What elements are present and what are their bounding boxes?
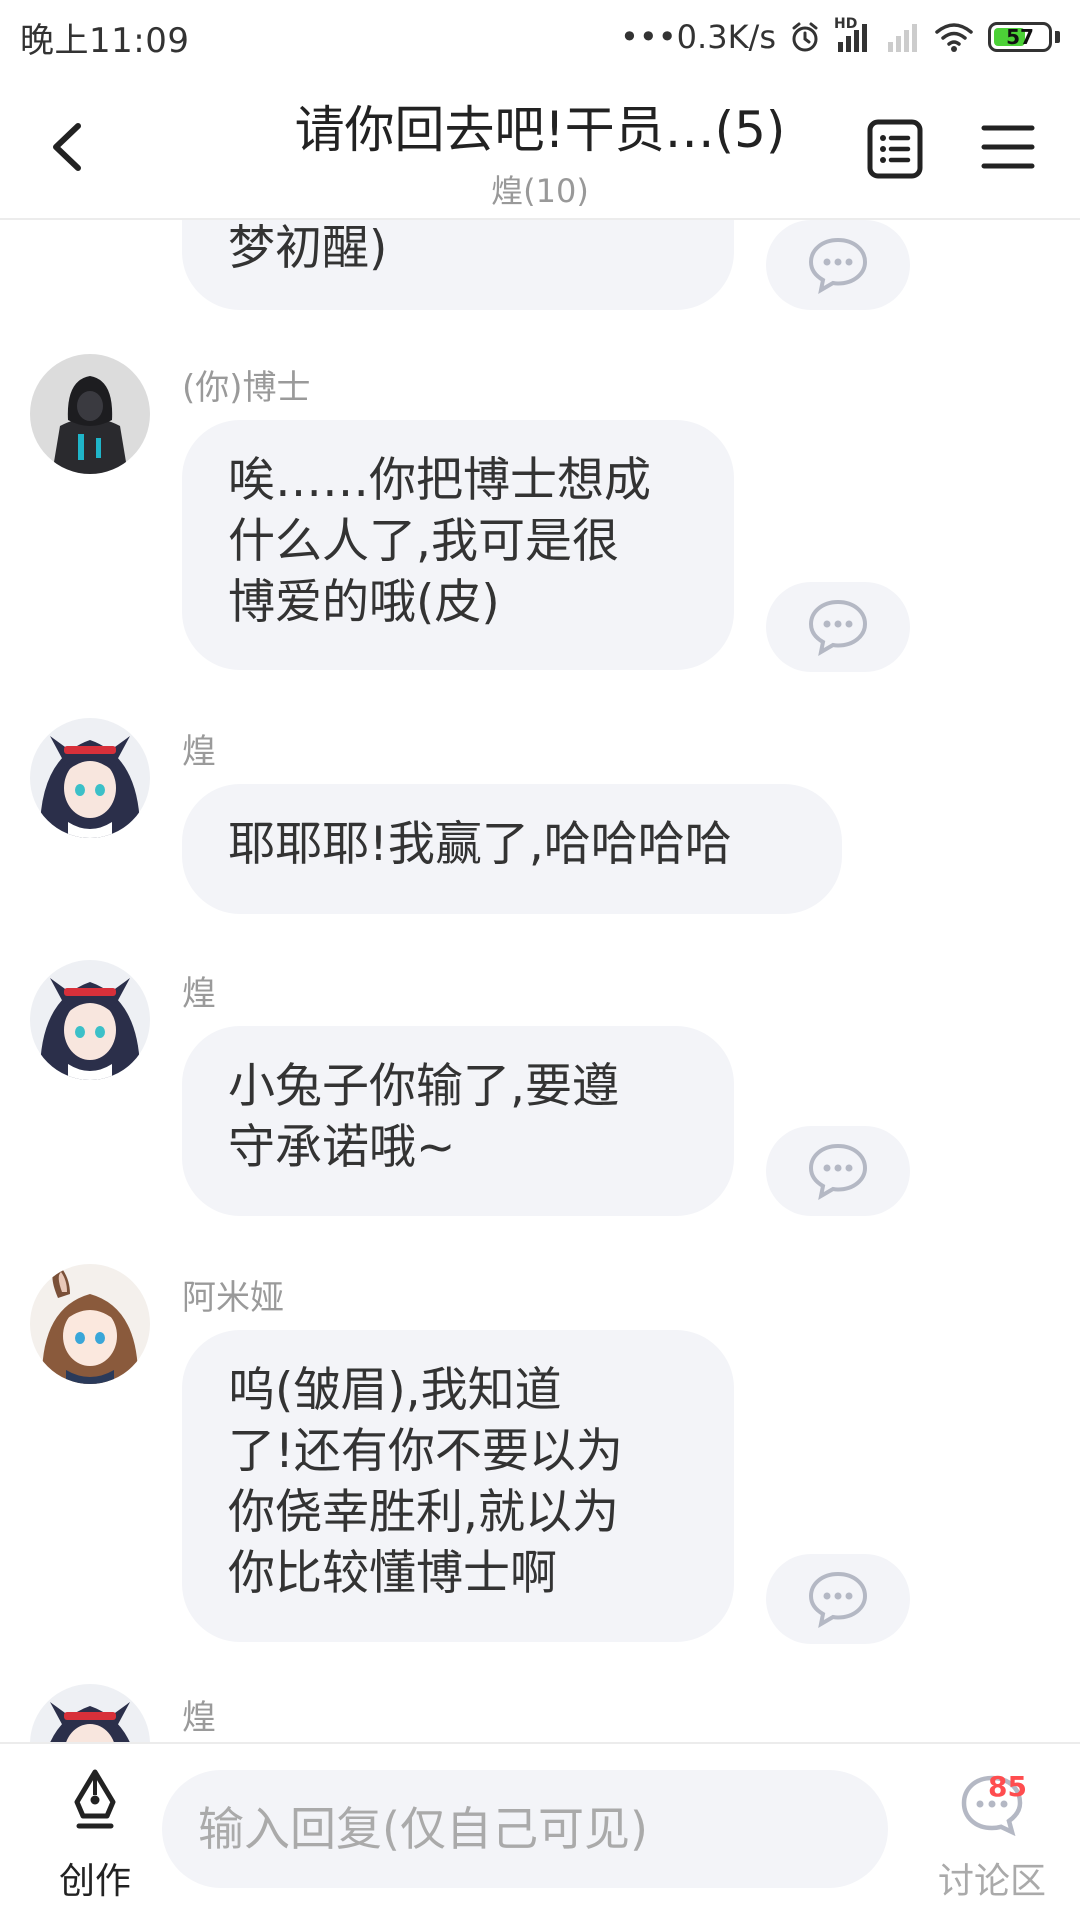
message-bubble[interactable]: 耶耶耶!我赢了,哈哈哈哈 <box>182 784 842 914</box>
wifi-icon <box>935 23 973 52</box>
message-line: 守承诺哦~ <box>228 1120 456 1175</box>
comment-icon <box>808 237 868 294</box>
pen-nib-icon <box>74 1769 116 1829</box>
list-icon <box>867 119 923 179</box>
battery-level: 57 <box>1006 25 1034 49</box>
message-line: 唉……你把博士想成 <box>228 453 651 508</box>
create-button[interactable]: 创作 <box>40 1768 150 1902</box>
comment-button[interactable] <box>766 220 910 310</box>
page-subtitle: 煌(10) <box>491 172 589 210</box>
comment-icon <box>808 1143 868 1200</box>
signal-empty-icon <box>888 24 917 52</box>
message-bubble[interactable]: 梦初醒) <box>182 220 734 310</box>
avatar-blaze[interactable] <box>30 1684 150 1742</box>
avatar-doctor[interactable] <box>30 354 150 474</box>
message-line: 你比较懂博士啊 <box>228 1546 557 1601</box>
sender-name: 阿米娅 <box>182 1278 284 1318</box>
comment-button[interactable] <box>766 1126 910 1216</box>
back-button[interactable] <box>40 114 100 180</box>
comment-icon <box>808 599 868 656</box>
list-button[interactable] <box>866 118 924 180</box>
message-line: 耶耶耶!我赢了,哈哈哈哈 <box>228 817 732 872</box>
status-time: 晚上11:09 <box>20 20 190 61</box>
discussion-badge: 85 <box>988 1770 1027 1803</box>
network-speed: •••0.3K/s <box>620 18 776 56</box>
sender-name: (你)博士 <box>182 368 311 408</box>
chevron-left-icon <box>53 123 81 171</box>
avatar-blaze[interactable] <box>30 960 150 1080</box>
chat-list[interactable]: 梦初醒) (你)博士 唉……你把博士想成 什么人了,我可是很 博爱的哦(皮) 煌… <box>0 220 1080 1742</box>
discussion-label: 讨论区 <box>937 1861 1046 1902</box>
menu-button[interactable] <box>980 120 1036 174</box>
sender-name: 煌 <box>182 974 216 1014</box>
battery-icon: 57 <box>988 22 1052 52</box>
bottom-bar: 创作 85 讨论区 <box>0 1742 1080 1920</box>
message-line: 呜(皱眉),我知道 <box>228 1363 562 1418</box>
avatar-blaze[interactable] <box>30 718 150 838</box>
message-bubble[interactable]: 唉……你把博士想成 什么人了,我可是很 博爱的哦(皮) <box>182 420 734 670</box>
message-bubble[interactable]: 呜(皱眉),我知道 了!还有你不要以为 你侥幸胜利,就以为 你比较懂博士啊 <box>182 1330 734 1642</box>
comment-button[interactable] <box>766 1554 910 1644</box>
sender-name: 煌 <box>182 732 216 772</box>
message-line: 什么人了,我可是很 <box>228 514 619 569</box>
screen: 晚上11:09 •••0.3K/s HD 57 请你回去吧!干员…(5) 煌(1… <box>0 0 1080 1920</box>
discussion-button[interactable]: 85 讨论区 <box>922 1768 1062 1902</box>
message-line: 了!还有你不要以为 <box>228 1424 623 1479</box>
sender-name: 煌 <box>182 1698 216 1738</box>
message-line: 博爱的哦(皮) <box>228 575 500 630</box>
battery-cap <box>1055 31 1060 43</box>
header: 请你回去吧!干员…(5) 煌(10) <box>0 74 1080 220</box>
message-line: 梦初醒) <box>228 221 388 276</box>
alarm-icon <box>792 22 818 52</box>
status-bar: 晚上11:09 •••0.3K/s HD 57 <box>0 0 1080 74</box>
message-line: 小兔子你输了,要遵 <box>228 1059 619 1114</box>
comment-button[interactable] <box>766 582 910 672</box>
signal-hd-icon: HD <box>834 16 870 54</box>
page-title: 请你回去吧!干员…(5) <box>294 101 786 159</box>
status-icons: •••0.3K/s HD 57 <box>620 16 1060 56</box>
create-label: 创作 <box>58 1861 131 1902</box>
reply-input[interactable] <box>162 1770 888 1888</box>
menu-icon <box>981 125 1035 169</box>
comment-icon <box>808 1571 868 1628</box>
message-line: 你侥幸胜利,就以为 <box>228 1485 619 1540</box>
message-bubble[interactable]: 小兔子你输了,要遵 守承诺哦~ <box>182 1026 734 1216</box>
avatar-amiya[interactable] <box>30 1264 150 1384</box>
